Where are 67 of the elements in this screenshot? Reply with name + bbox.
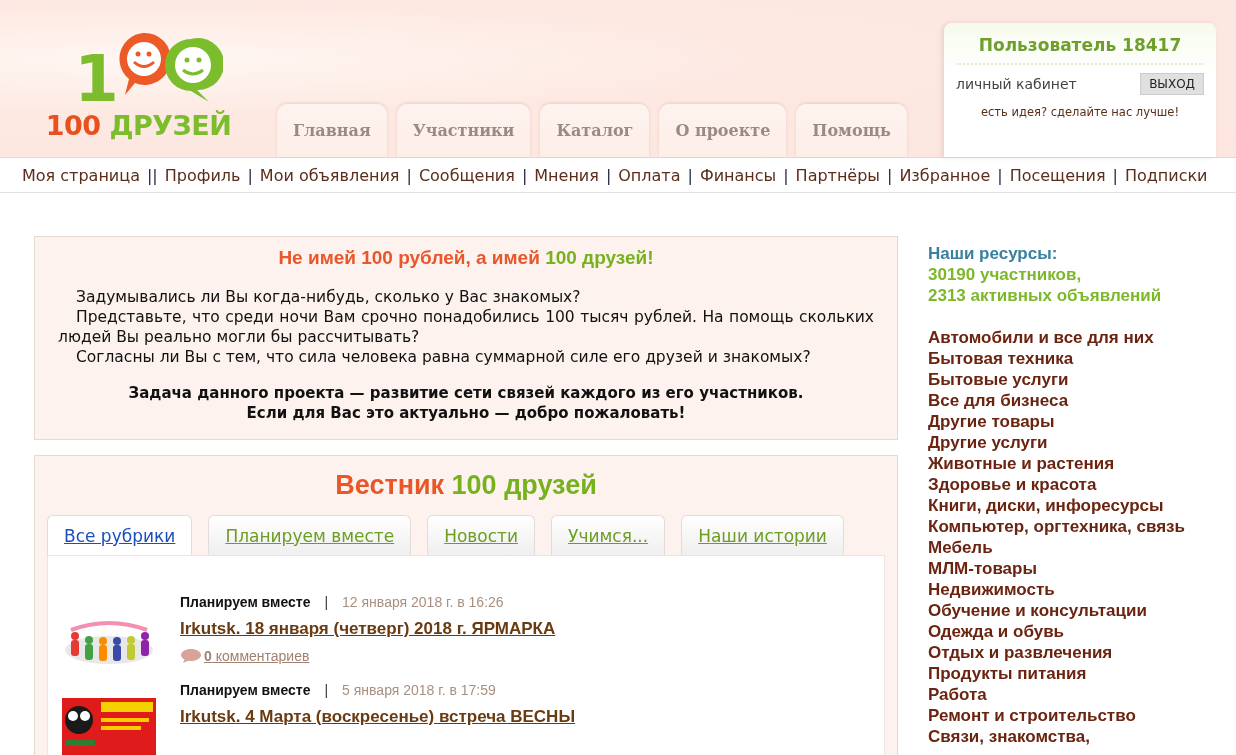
category-link[interactable]: Другие услуги <box>928 432 1228 453</box>
separator: | <box>406 165 412 185</box>
category-link[interactable]: Ремонт и строительство <box>928 705 1228 726</box>
separator: | <box>783 165 789 185</box>
rubric-tab[interactable]: Все рубрики <box>47 515 193 555</box>
mission-text: Задача данного проекта — развитие сети связей каждого из его участников. <box>127 383 805 403</box>
separator: || <box>146 165 158 185</box>
separator: | <box>997 165 1003 185</box>
post-date: 5 января 2018 г. в 17:59 <box>342 682 496 698</box>
category-label: Планируем вместе <box>180 682 311 698</box>
paragraph: Задумывались ли Вы когда-нибудь, сколько у Вас знакомых? <box>75 287 582 307</box>
separator: | <box>324 682 329 698</box>
nav-link[interactable]: Сообщения <box>418 165 515 185</box>
article-title-link[interactable]: Irkutsk. 18 января (четверг) 2018 г. ЯРМАРКА <box>180 619 556 639</box>
nav-link[interactable]: Подписки <box>1124 165 1208 185</box>
category-link[interactable]: Автомобили и все для них <box>928 327 1228 348</box>
category-link[interactable]: Мебель <box>928 537 1228 558</box>
category-link[interactable]: Здоровье и красота <box>928 474 1228 495</box>
resource-stat: 30190 участников, <box>928 264 1083 285</box>
headline: Не имей 100 рублей, а имей 100 друзей! <box>277 247 655 269</box>
comments-link[interactable]: 0 комментариев <box>204 648 310 664</box>
speech-bubble-icon <box>180 648 202 664</box>
category-link[interactable]: Одежда и обувь <box>928 621 1228 642</box>
separator: | <box>605 165 612 185</box>
category-link[interactable]: Компьютер, оргтехника, связь <box>928 516 1228 537</box>
nav-link[interactable]: Партнёры <box>795 165 880 185</box>
resource-stat: 2313 активных объявлений <box>928 285 1163 306</box>
separator: | <box>324 594 329 610</box>
category-link[interactable]: Обучение и консультации <box>928 600 1228 621</box>
separator: | <box>687 165 693 185</box>
nav-link[interactable]: Моя страница <box>22 165 140 185</box>
separator: | <box>247 165 253 185</box>
category-link[interactable]: Другие товары <box>928 411 1228 432</box>
category-link[interactable]: Связи, знакомства, <box>928 726 1228 747</box>
separator: | <box>1112 165 1118 185</box>
category-link[interactable]: Работа <box>928 684 1228 705</box>
article-title-link[interactable]: Irkutsk. 4 Марта (воскресенье) встреча ВЕСНЫ <box>180 707 576 727</box>
nav-link[interactable]: Финансы <box>699 165 777 185</box>
nav-link[interactable]: Оплата <box>618 165 681 185</box>
bulletin-title: Вестник 100 друзей <box>334 470 598 501</box>
category-link[interactable]: Отдых и развлечения <box>928 642 1228 663</box>
category-link[interactable]: Книги, диски, инфоресурсы <box>928 495 1228 516</box>
category-link[interactable]: Животные и растения <box>928 453 1228 474</box>
user-name: Пользователь 18417 <box>956 35 1204 65</box>
nav-link[interactable]: Мои объявления <box>259 165 400 185</box>
post-date: 12 января 2018 г. в 16:26 <box>342 594 504 610</box>
nav-link[interactable]: Мнения <box>534 165 599 185</box>
category-link[interactable]: Недвижимость <box>928 579 1228 600</box>
paragraph: Представьте, что среди ночи Вам срочно понадобились 100 тысяч рублей. На помощь скольких людей Вы реально могли бы рассчитывать? <box>58 307 874 347</box>
separator: | <box>521 165 528 185</box>
mission-text: Если для Вас это актуально — добро пожаловать! <box>245 403 687 423</box>
resources-heading: Наши ресурсы: <box>928 243 1059 264</box>
category-link[interactable]: Все для бизнеса <box>928 390 1228 411</box>
nav-link[interactable]: Профиль <box>164 165 241 185</box>
category-label: Планируем вместе <box>180 594 311 610</box>
category-link[interactable]: Бытовая техника <box>928 348 1228 369</box>
separator: | <box>887 165 893 185</box>
paragraph: Согласны ли Вы с тем, что сила человека равна суммарной силе его друзей и знакомых? <box>75 347 812 367</box>
nav-link[interactable]: Избранное <box>899 165 991 185</box>
logout-button[interactable]: ВЫХОД <box>1140 73 1204 95</box>
cabinet-link[interactable]: личный кабинет <box>956 76 1077 92</box>
nav-link[interactable]: Посещения <box>1009 165 1106 185</box>
feedback-link[interactable]: есть идея? сделайте нас лучше! <box>956 105 1204 119</box>
category-link[interactable]: МЛМ-товары <box>928 558 1228 579</box>
logo-digit: 1 <box>74 49 119 109</box>
category-link[interactable]: Бытовые услуги <box>928 369 1228 390</box>
category-link[interactable]: Продукты питания <box>928 663 1228 684</box>
